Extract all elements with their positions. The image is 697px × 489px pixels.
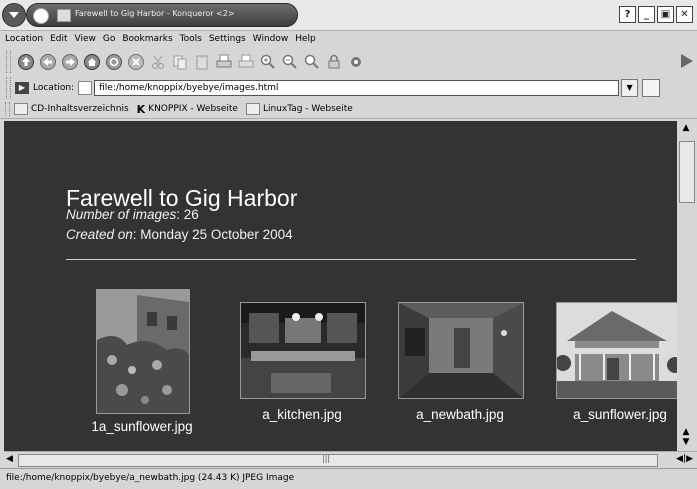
thumbnail-kitchen[interactable] [240, 302, 366, 399]
created-on: Created on: Monday 25 October 2004 [66, 227, 293, 242]
copy-icon[interactable] [171, 53, 189, 71]
location-bar: ▶ Location: ▼ [0, 77, 697, 99]
menu-window[interactable]: Window [253, 34, 289, 44]
bookmark-linuxtag[interactable]: LinuxTag - Webseite [245, 103, 353, 115]
clear-location-icon[interactable]: ▶ [15, 82, 29, 94]
location-handle[interactable] [6, 77, 11, 99]
location-input[interactable] [94, 80, 620, 96]
scroll-left-icon[interactable]: ◀ [6, 454, 18, 466]
cut-icon[interactable] [149, 53, 167, 71]
forward-icon[interactable] [61, 53, 79, 71]
window-title: Farewell to Gig Harbor - Konqueror <2> [75, 9, 235, 18]
menu-bookmarks[interactable]: Bookmarks [122, 34, 172, 44]
menu-go[interactable]: Go [103, 34, 115, 44]
thumbnail-house-porch[interactable] [556, 302, 677, 399]
location-dropdown[interactable]: ▼ [621, 79, 639, 97]
menu-location[interactable]: Location [5, 34, 43, 44]
window-buttons: ? _ ▣ ✕ [619, 6, 693, 23]
thumbnail-sunflower-garden[interactable] [96, 289, 190, 414]
menu-view[interactable]: View [75, 34, 96, 44]
number-of-images-value: : 26 [176, 207, 199, 222]
created-on-value: : Monday 25 October 2004 [132, 227, 293, 242]
thumbnail-caption[interactable]: a_sunflower.jpg [550, 407, 677, 422]
bookmarks-handle[interactable] [5, 102, 10, 116]
paste-icon[interactable] [193, 53, 211, 71]
print-icon[interactable] [215, 53, 233, 71]
horizontal-scroll-thumb[interactable] [18, 454, 658, 467]
scroll-right-icon[interactable]: ◀|▶ [676, 454, 693, 464]
sticky-icon[interactable] [33, 8, 49, 24]
window-menu-icon[interactable] [2, 3, 26, 27]
zoom-out-icon[interactable] [281, 53, 299, 71]
close-button[interactable]: ✕ [676, 6, 693, 23]
minimize-button[interactable]: _ [638, 6, 655, 23]
go-button[interactable] [642, 79, 661, 97]
page-icon [14, 103, 28, 115]
scroll-up-icon[interactable]: ▲ [679, 123, 693, 135]
menu-edit[interactable]: Edit [50, 34, 67, 44]
bookmarks-toolbar: CD-Inhaltsverzeichnis K KNOPPIX - Websei… [0, 100, 697, 119]
app-icon [57, 9, 71, 22]
home-icon[interactable] [83, 53, 101, 71]
scroll-down-icon[interactable]: ▲ ▼ [679, 427, 693, 447]
konqueror-icon[interactable] [679, 52, 695, 70]
vertical-scroll-thumb[interactable] [679, 141, 695, 203]
thumbnail-caption[interactable]: a_kitchen.jpg [232, 407, 372, 422]
menu-bar: Location Edit View Go Bookmarks Tools Se… [0, 31, 697, 47]
find-icon[interactable] [303, 53, 321, 71]
throbber-icon[interactable] [347, 53, 365, 71]
created-on-label: Created on [66, 227, 133, 242]
title-bar[interactable]: Farewell to Gig Harbor - Konqueror <2> ?… [0, 0, 697, 31]
horizontal-scrollbar[interactable]: ◀ ||| ◀|▶ [4, 451, 697, 468]
maximize-button[interactable]: ▣ [657, 6, 674, 23]
menu-help[interactable]: Help [295, 34, 316, 44]
reload-icon[interactable] [105, 53, 123, 71]
bookmark-cd-inhalt[interactable]: CD-Inhaltsverzeichnis [14, 103, 129, 115]
web-content: Farewell to Gig Harbor Number of images:… [4, 121, 677, 451]
menu-settings[interactable]: Settings [209, 34, 246, 44]
toolbar-handle[interactable] [6, 51, 11, 73]
back-icon[interactable] [39, 53, 57, 71]
vertical-scrollbar[interactable]: ▲ ▲ ▼ [677, 121, 697, 451]
knoppix-icon: K [136, 102, 146, 116]
number-of-images-label: Number of images [66, 207, 177, 222]
thumbnail-caption[interactable]: a_newbath.jpg [390, 407, 530, 422]
bookmark-knoppix[interactable]: K KNOPPIX - Webseite [137, 103, 238, 116]
scroll-grip-icon: ||| [322, 454, 331, 463]
page-icon [245, 103, 260, 115]
thumbnail-caption[interactable]: 1a_sunflower.jpg [72, 419, 212, 434]
main-toolbar [0, 48, 697, 76]
bookmark-label: LinuxTag - Webseite [262, 104, 353, 114]
menu-tools[interactable]: Tools [180, 34, 202, 44]
bookmark-label: CD-Inhaltsverzeichnis [31, 104, 129, 114]
print-frame-icon[interactable] [237, 53, 255, 71]
up-icon[interactable] [17, 53, 35, 71]
thumbnail-bathroom[interactable] [398, 302, 524, 399]
number-of-images: Number of images: 26 [66, 207, 199, 222]
stop-icon[interactable] [127, 53, 145, 71]
window-title-pill[interactable]: Farewell to Gig Harbor - Konqueror <2> [26, 3, 298, 27]
bookmark-label: KNOPPIX - Webseite [148, 104, 238, 114]
divider [66, 259, 636, 260]
location-label: Location: [33, 83, 75, 93]
help-button[interactable]: ? [619, 6, 636, 23]
status-bar: file:/home/knoppix/byebye/a_newbath.jpg … [0, 468, 697, 489]
zoom-in-icon[interactable] [259, 53, 277, 71]
security-icon[interactable] [325, 53, 343, 71]
page-favicon [78, 81, 93, 95]
